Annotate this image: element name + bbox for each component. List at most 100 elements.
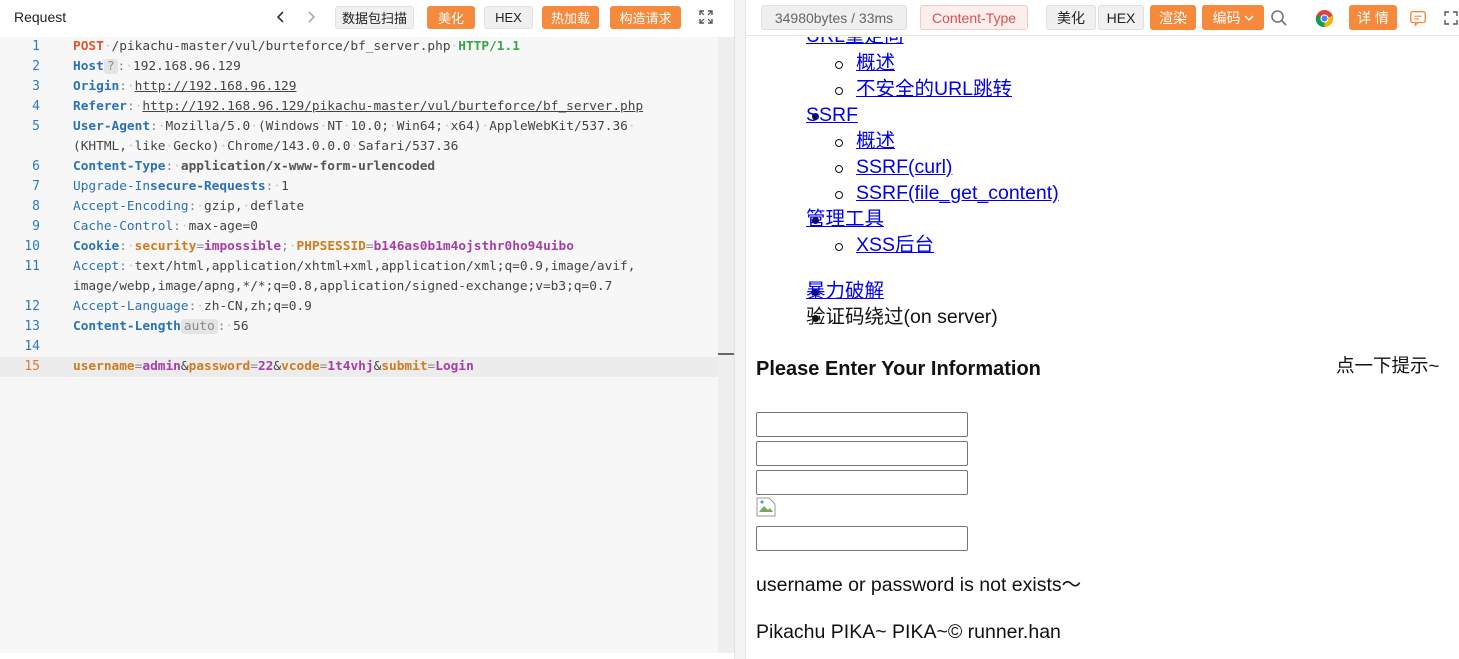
search-icon[interactable] (1268, 7, 1290, 29)
circle-bullet (835, 243, 843, 251)
url-redirect-overview-link[interactable]: 概述 (856, 51, 895, 75)
build-request-button[interactable]: 构造请求 (610, 6, 681, 29)
response-beautify-button[interactable]: 美化 (1046, 5, 1096, 30)
captcha-input[interactable] (756, 470, 968, 495)
code-line[interactable]: 13 Content-Length auto:·56 (0, 317, 718, 337)
line-number: 1 (32, 39, 40, 54)
code-token: Content-Length (73, 319, 181, 334)
packet-scan-button[interactable]: 数据包扫描 (335, 6, 414, 29)
line-number: 13 (24, 319, 40, 334)
code-line[interactable]: 8 Accept-Encoding:·gzip,·deflate (0, 197, 718, 217)
code-token: : (173, 219, 181, 234)
circle-bullet (835, 87, 843, 95)
code-line[interactable]: 1 POST·/pikachu-master/vul/burteforce/bf_… (0, 37, 718, 57)
request-editor[interactable]: 1 POST·/pikachu-master/vul/burteforce/bf_… (0, 37, 718, 653)
code-text: Accept-Language:·zh-CN,zh;q=0.9 (73, 297, 312, 317)
submit-field[interactable] (756, 526, 968, 551)
code-line[interactable]: 6 Content-Type:·application/x-www-form-ur… (0, 157, 718, 177)
circle-bullet (835, 191, 843, 199)
unsafe-url-redirect-link[interactable]: 不安全的URL跳转 (856, 77, 1012, 101)
code-token: Mozilla/5.0 (165, 119, 251, 134)
code-line[interactable]: 3 Origin:·http://192.168.96.129 (0, 77, 718, 97)
password-input[interactable] (756, 441, 968, 466)
pane-divider[interactable] (734, 0, 746, 659)
back-arrow-icon[interactable] (272, 7, 290, 27)
code-token: · (627, 119, 636, 134)
code-token: Origin (73, 79, 120, 94)
code-line[interactable]: image/webp,image/apng,*/*;q=0.8,applicat… (0, 277, 718, 297)
code-line[interactable]: (KHTML,·like·Gecko)·Chrome/143.0.0.0·Saf… (0, 137, 718, 157)
admin-tools-link[interactable]: 管理工具 (806, 207, 884, 231)
code-token: max-age=0 (188, 219, 258, 234)
ssrf-curl-link[interactable]: SSRF(curl) (856, 155, 952, 179)
code-line[interactable]: 2 Host?:·192.168.96.129 (0, 57, 718, 77)
code-token: http://192.168.96.129 (134, 79, 297, 94)
code-token: · (173, 159, 181, 174)
username-input[interactable] (756, 412, 968, 437)
code-token: · (196, 199, 205, 214)
code-token: username (73, 359, 135, 374)
url-redirect-link[interactable]: URL重定向 (806, 37, 904, 48)
comment-icon[interactable] (1407, 7, 1429, 29)
code-token: · (288, 239, 297, 254)
details-button[interactable]: 详 情 (1349, 5, 1397, 30)
code-token: Content-Type (73, 159, 166, 174)
code-token: · (219, 139, 228, 154)
line-number: 11 (24, 259, 40, 274)
code-line[interactable]: 10 Cookie:·security=impossible;·PHPSESSID… (0, 237, 718, 257)
code-line[interactable]: 4 Referer:·http://192.168.96.129/pikachu-… (0, 97, 718, 117)
hex-button[interactable]: HEX (484, 6, 533, 29)
code-line[interactable]: 5 User-Agent:·Mozilla/5.0·(Windows·NT·10.… (0, 117, 718, 137)
chrome-icon[interactable] (1313, 7, 1335, 29)
code-line[interactable]: 12 Accept-Language:·zh-CN,zh;q=0.9 (0, 297, 718, 317)
code-token: admin (142, 359, 181, 374)
code-token: Accept-Encoding (73, 199, 189, 214)
encoding-dropdown[interactable]: 编码 (1202, 5, 1264, 30)
brute-force-link[interactable]: 暴力破解 (806, 279, 884, 303)
code-token: Login (435, 359, 474, 374)
code-line[interactable]: 7 Upgrade-Insecure-Requests:·1 (0, 177, 718, 197)
response-expand-icon[interactable] (1442, 7, 1459, 29)
code-token: · (103, 39, 112, 54)
code-token: : (119, 239, 127, 254)
content-type-button[interactable]: Content-Type (920, 5, 1028, 30)
expand-icon[interactable] (698, 9, 714, 25)
forward-arrow-icon[interactable] (302, 7, 320, 27)
code-token: 56 (233, 319, 249, 334)
code-token: Host (73, 59, 104, 74)
hot-load-button[interactable]: 热加载 (542, 6, 599, 29)
code-token: secure-Requests (150, 179, 266, 194)
code-token: AppleWebKit/537.36 (489, 119, 628, 134)
code-token: /pikachu-master/vul/burteforce/bf_server… (111, 39, 451, 54)
xss-backend-link[interactable]: XSS后台 (856, 233, 934, 257)
code-text: Cookie:·security=impossible;·PHPSESSID=b… (73, 237, 574, 257)
code-token: Accept-Language (73, 299, 189, 314)
code-line[interactable]: 11 Accept:·text/html,application/xhtml+xm… (0, 257, 718, 277)
code-line[interactable]: 9 Cache-Control:·max-age=0 (0, 217, 718, 237)
render-button[interactable]: 渲染 (1150, 5, 1196, 30)
request-pane: Request 数据包扫描 美化 HEX 热加载 构造请求 1 POST·/pik… (0, 0, 734, 659)
form-title: Please Enter Your Information (756, 358, 1041, 380)
code-token: · (126, 79, 135, 94)
code-token: x64) (450, 119, 482, 134)
code-token: Referer (73, 99, 127, 114)
ssrf-overview-link[interactable]: 概述 (856, 129, 895, 153)
code-token: · (196, 299, 205, 314)
code-token: : (150, 119, 158, 134)
broken-image-icon (756, 497, 776, 517)
code-token: 1 (281, 179, 289, 194)
beautify-button[interactable]: 美化 (427, 6, 475, 29)
scrollbar-thumb[interactable] (718, 353, 734, 355)
code-token: NT (327, 119, 343, 134)
code-token: zh-CN,zh;q=0.9 (204, 299, 312, 314)
code-token: vcode (281, 359, 320, 374)
code-line[interactable]: 15 username=admin&password=22&vcode=1t4vh… (0, 357, 718, 377)
ssrf-file-get-content-link[interactable]: SSRF(file_get_content) (856, 181, 1059, 205)
response-hex-button[interactable]: HEX (1098, 5, 1144, 30)
code-token: 22 (257, 359, 274, 374)
ssrf-link[interactable]: SSRF (806, 103, 858, 127)
code-token: · (250, 119, 258, 134)
hint-link[interactable]: 点一下提示~ (1336, 352, 1439, 378)
code-line[interactable]: 14 (0, 337, 718, 357)
editor-scrollbar[interactable] (718, 37, 734, 653)
